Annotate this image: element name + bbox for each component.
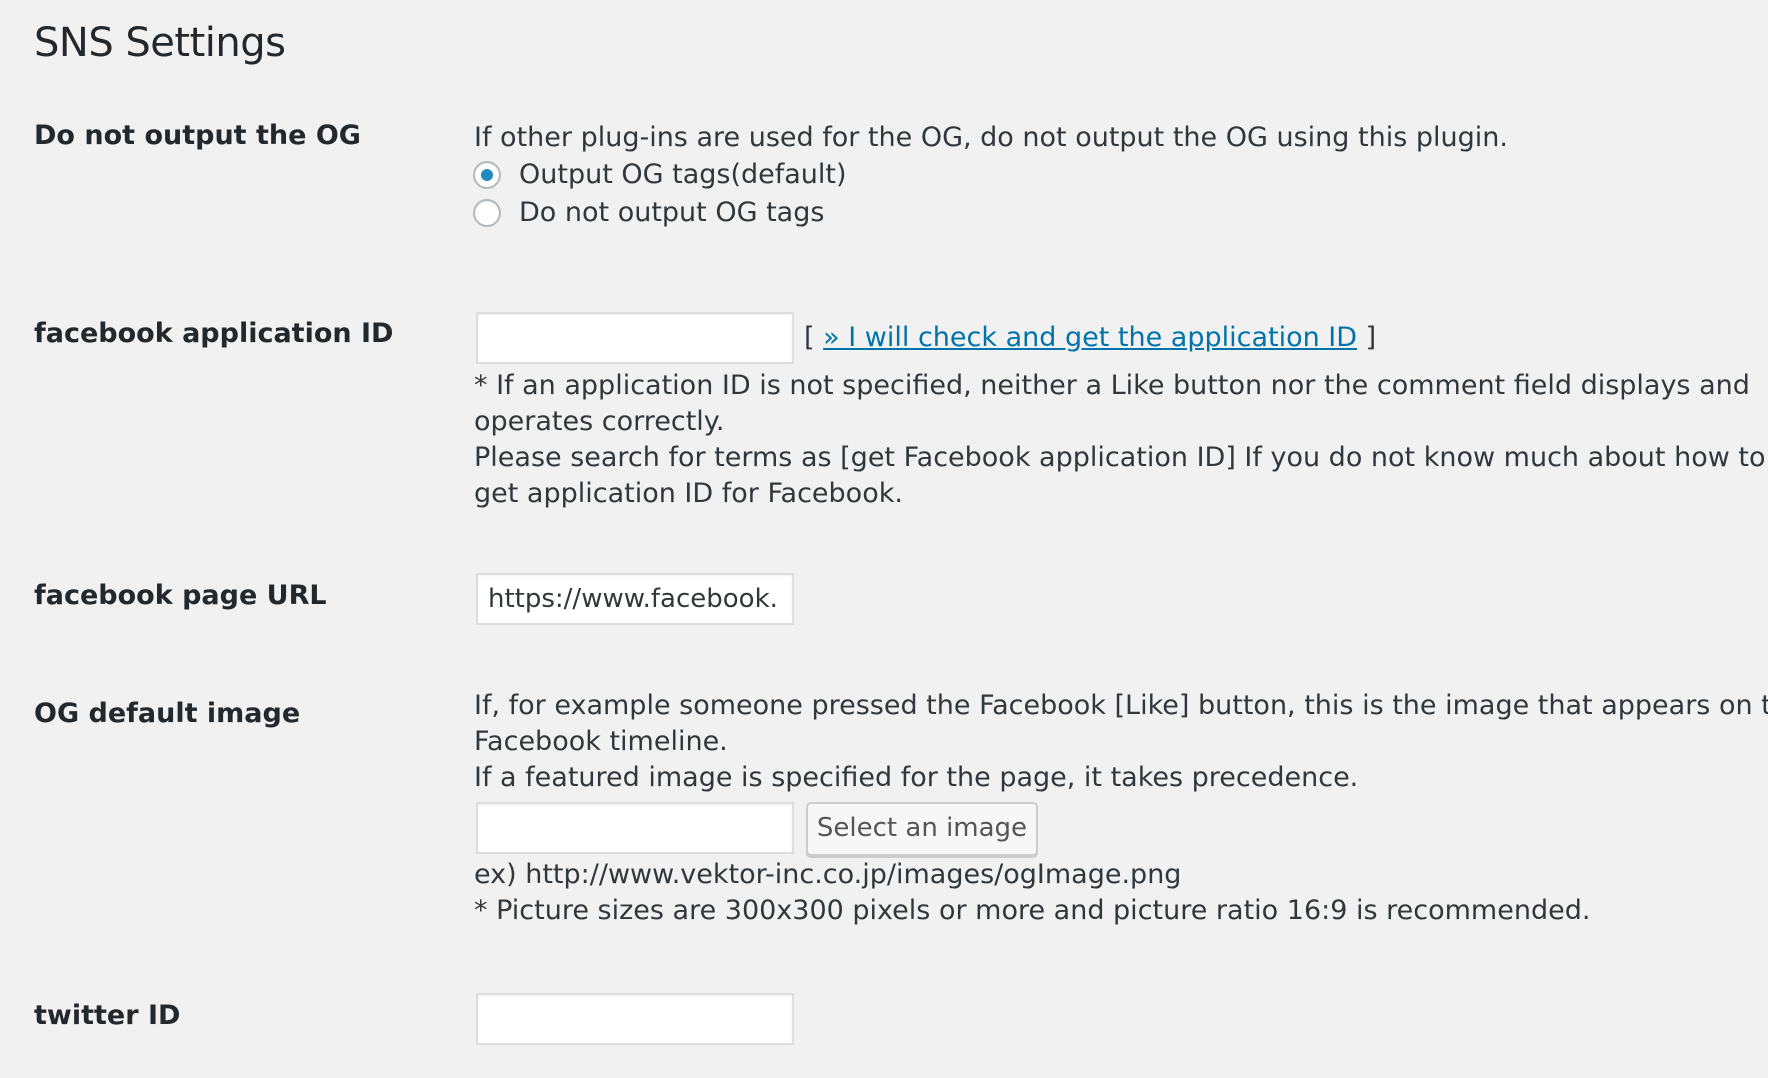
og-output-option-no-output[interactable]: Do not output OG tags <box>473 194 1508 232</box>
og-image-desc-line: If a featured image is specified for the… <box>474 762 1359 793</box>
fb-app-id-link-wrapper: [ » I will check and get the application… <box>804 322 1376 353</box>
og-output-option-output[interactable]: Output OG tags(default) <box>473 156 1508 194</box>
og-output-description: If other plug-ins are used for the OG, d… <box>474 122 1508 153</box>
radio-output-og-tags-label: Output OG tags(default) <box>519 159 847 190</box>
twitter-id-input[interactable] <box>476 993 794 1045</box>
fb-app-id-note-line: Please search for terms as [get Facebook… <box>474 442 1766 473</box>
fb-app-id-note-line: get application ID for Facebook. <box>474 478 903 509</box>
og-image-notes: ex) http://www.vektor-inc.co.jp/images/o… <box>474 857 1590 929</box>
og-image-input[interactable] <box>476 802 794 854</box>
fb-app-id-help-link[interactable]: » I will check and get the application I… <box>823 322 1357 353</box>
og-image-description: If, for example someone pressed the Face… <box>474 688 1768 796</box>
twitter-id-label: twitter ID <box>34 1000 181 1031</box>
bracket-close: ] <box>1365 322 1377 353</box>
og-image-desc-line: Facebook timeline. <box>474 726 728 757</box>
og-image-desc-line: If, for example someone pressed the Face… <box>474 690 1768 721</box>
page-title: SNS Settings <box>34 20 286 66</box>
og-image-size-note: * Picture sizes are 300x300 pixels or mo… <box>474 895 1591 926</box>
fb-page-url-label: facebook page URL <box>34 580 327 611</box>
radio-output-og-tags[interactable] <box>473 161 501 189</box>
fb-app-id-note: * If an application ID is not specified,… <box>474 368 1766 512</box>
settings-page: SNS Settings Do not output the OG If oth… <box>0 0 1768 1078</box>
bracket-open: [ <box>804 322 815 353</box>
fb-app-id-label: facebook application ID <box>34 318 394 349</box>
fb-page-url-input[interactable]: https://www.facebook. <box>476 573 794 625</box>
select-image-button[interactable]: Select an image <box>806 802 1038 856</box>
og-image-label: OG default image <box>34 698 301 729</box>
radio-no-output-og-tags[interactable] <box>473 199 501 227</box>
og-output-field: If other plug-ins are used for the OG, d… <box>473 120 1508 232</box>
og-image-example: ex) http://www.vektor-inc.co.jp/images/o… <box>474 859 1182 890</box>
radio-no-output-og-tags-label: Do not output OG tags <box>519 197 825 228</box>
fb-app-id-input[interactable] <box>476 312 794 364</box>
og-output-label: Do not output the OG <box>34 120 361 151</box>
fb-app-id-note-line: * If an application ID is not specified,… <box>474 370 1750 401</box>
fb-app-id-note-line: operates correctly. <box>474 406 725 437</box>
